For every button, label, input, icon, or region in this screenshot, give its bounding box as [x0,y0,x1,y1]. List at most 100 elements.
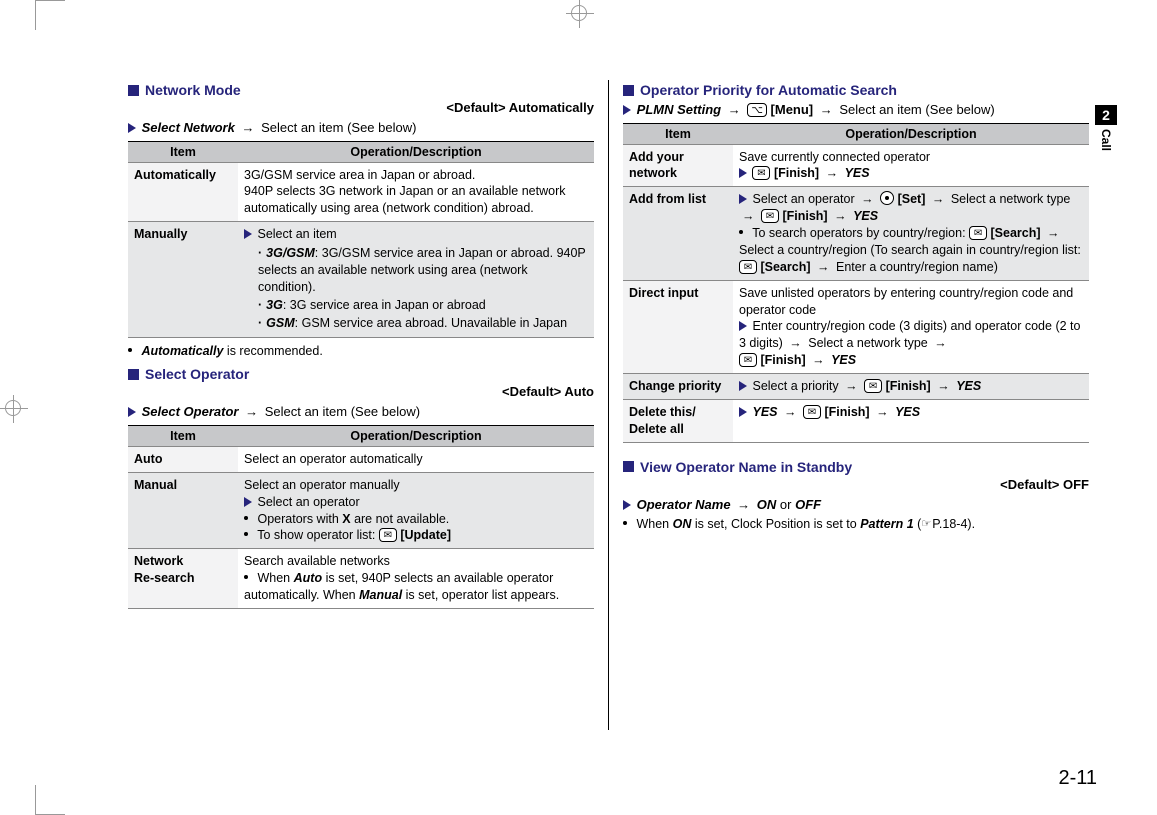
crop-mark [35,785,65,815]
section-heading: Select Operator [128,366,594,382]
column-header-desc: Operation/Description [238,141,594,162]
bullet-icon [128,348,132,352]
table-row: Automatically 3G/GSM service area in Jap… [128,162,594,222]
desc-cell: Select an operator automatically [238,446,594,472]
column-header-item: Item [128,425,238,446]
chapter-number: 2 [1095,105,1117,125]
desc-cell: Select a priority ✉ [Finish] YES [733,374,1089,400]
side-tab: 2 Call [1095,105,1117,155]
default-value: <Default> Automatically [128,100,594,115]
arrow-right-icon [817,259,830,276]
desc-cell: Select an item 3G/GSM: 3G/GSM service ar… [238,222,594,338]
item-cell: Add your network [623,144,733,187]
table-row: Auto Select an operator automatically [128,446,594,472]
bullet-icon [244,532,248,536]
item-cell: Network Re-search [128,549,238,609]
desc-cell: Select an operator manually Select an op… [238,472,594,549]
arrow-right-icon [784,404,797,421]
square-bullet-icon [623,461,634,472]
arrow-right-icon [934,335,947,352]
chevron-right-icon [739,381,747,391]
options-table: Item Operation/Description Automatically… [128,141,594,339]
registration-mark-icon [5,400,21,416]
navigation-path: Select Operator Select an item (See belo… [128,403,594,421]
table-row: Network Re-search Search available netwo… [128,549,594,609]
arrow-right-icon [932,191,945,208]
note: When ON is set, Clock Position is set to… [623,517,1089,531]
navigation-path: PLMN Setting ⌥ [Menu] Select an item (Se… [623,101,1089,119]
section-title: Select Operator [145,366,249,382]
mail-key-icon: ✉ [739,260,757,274]
navigation-path: Select Network Select an item (See below… [128,119,594,137]
column-header-desc: Operation/Description [238,425,594,446]
registration-mark-icon [571,5,587,21]
list-item: GSM: GSM service area abroad. Unavailabl… [258,315,588,332]
square-bullet-icon [128,369,139,380]
bullet-icon [244,575,248,579]
table-row: Manually Select an item 3G/GSM: 3G/GSM s… [128,222,594,338]
crop-mark [35,0,65,30]
column-header-item: Item [128,141,238,162]
bullet-icon [623,521,627,525]
table-header-row: Item Operation/Description [128,141,594,162]
arrow-right-icon [737,496,750,514]
mail-key-icon: ✉ [864,379,882,393]
arrow-right-icon [742,208,755,225]
page-ref-icon [921,517,932,530]
mail-key-icon: ✉ [761,209,779,223]
arrow-right-icon [812,352,825,369]
arrow-right-icon [1047,225,1060,242]
sub-list: 3G/GSM: 3G/GSM service area in Japan or … [258,245,588,331]
desc-cell: Save currently connected operator ✉ [Fin… [733,144,1089,187]
arrow-right-icon [789,335,802,352]
content-area: Network Mode <Default> Automatically Sel… [120,80,1097,765]
arrow-right-icon [937,378,950,395]
chevron-right-icon [128,123,136,133]
chevron-right-icon [128,407,136,417]
chapter-label: Call [1099,125,1113,155]
item-cell: Add from list [623,187,733,280]
left-column: Network Mode <Default> Automatically Sel… [120,80,602,765]
item-cell: Change priority [623,374,733,400]
chevron-right-icon [739,168,747,178]
section-heading: Operator Priority for Automatic Search [623,82,1089,98]
desc-cell: YES ✉ [Finish] YES [733,399,1089,442]
table-row: Manual Select an operator manually Selec… [128,472,594,549]
chevron-right-icon [244,497,252,507]
table-row: Delete this/ Delete all YES ✉ [Finish] Y… [623,399,1089,442]
table-row: Change priority Select a priority ✉ [Fin… [623,374,1089,400]
list-item: 3G: 3G service area in Japan or abroad [258,297,588,314]
options-table: Item Operation/Description Auto Select a… [128,425,594,609]
column-separator [608,80,609,730]
arrow-right-icon [820,101,833,119]
table-header-row: Item Operation/Description [623,123,1089,144]
section-heading: View Operator Name in Standby [623,459,1089,475]
item-cell: Manually [128,222,238,338]
desc-cell: 3G/GSM service area in Japan or abroad. … [238,162,594,222]
arrow-right-icon [876,404,889,421]
arrow-right-icon [845,378,858,395]
section-title: Network Mode [145,82,241,98]
mail-key-icon: ✉ [752,166,770,180]
chevron-right-icon [623,105,631,115]
section-title: View Operator Name in Standby [640,459,852,475]
chevron-right-icon [739,194,747,204]
section-title: Operator Priority for Automatic Search [640,82,897,98]
column-header-item: Item [623,123,733,144]
arrow-right-icon [245,403,258,421]
item-cell: Automatically [128,162,238,222]
arrow-right-icon [834,208,847,225]
navigation-path: Operator Name ON or OFF [623,496,1089,514]
chevron-right-icon [623,500,631,510]
table-row: Direct input Save unlisted operators by … [623,280,1089,373]
section-heading: Network Mode [128,82,594,98]
item-cell: Manual [128,472,238,549]
default-value: <Default> OFF [623,477,1089,492]
list-item: 3G/GSM: 3G/GSM service area in Japan or … [258,245,588,296]
center-key-icon [880,191,894,205]
column-header-desc: Operation/Description [733,123,1089,144]
arrow-right-icon [241,119,254,137]
mail-key-icon: ✉ [969,226,987,240]
chevron-right-icon [739,321,747,331]
arrow-right-icon [861,191,874,208]
